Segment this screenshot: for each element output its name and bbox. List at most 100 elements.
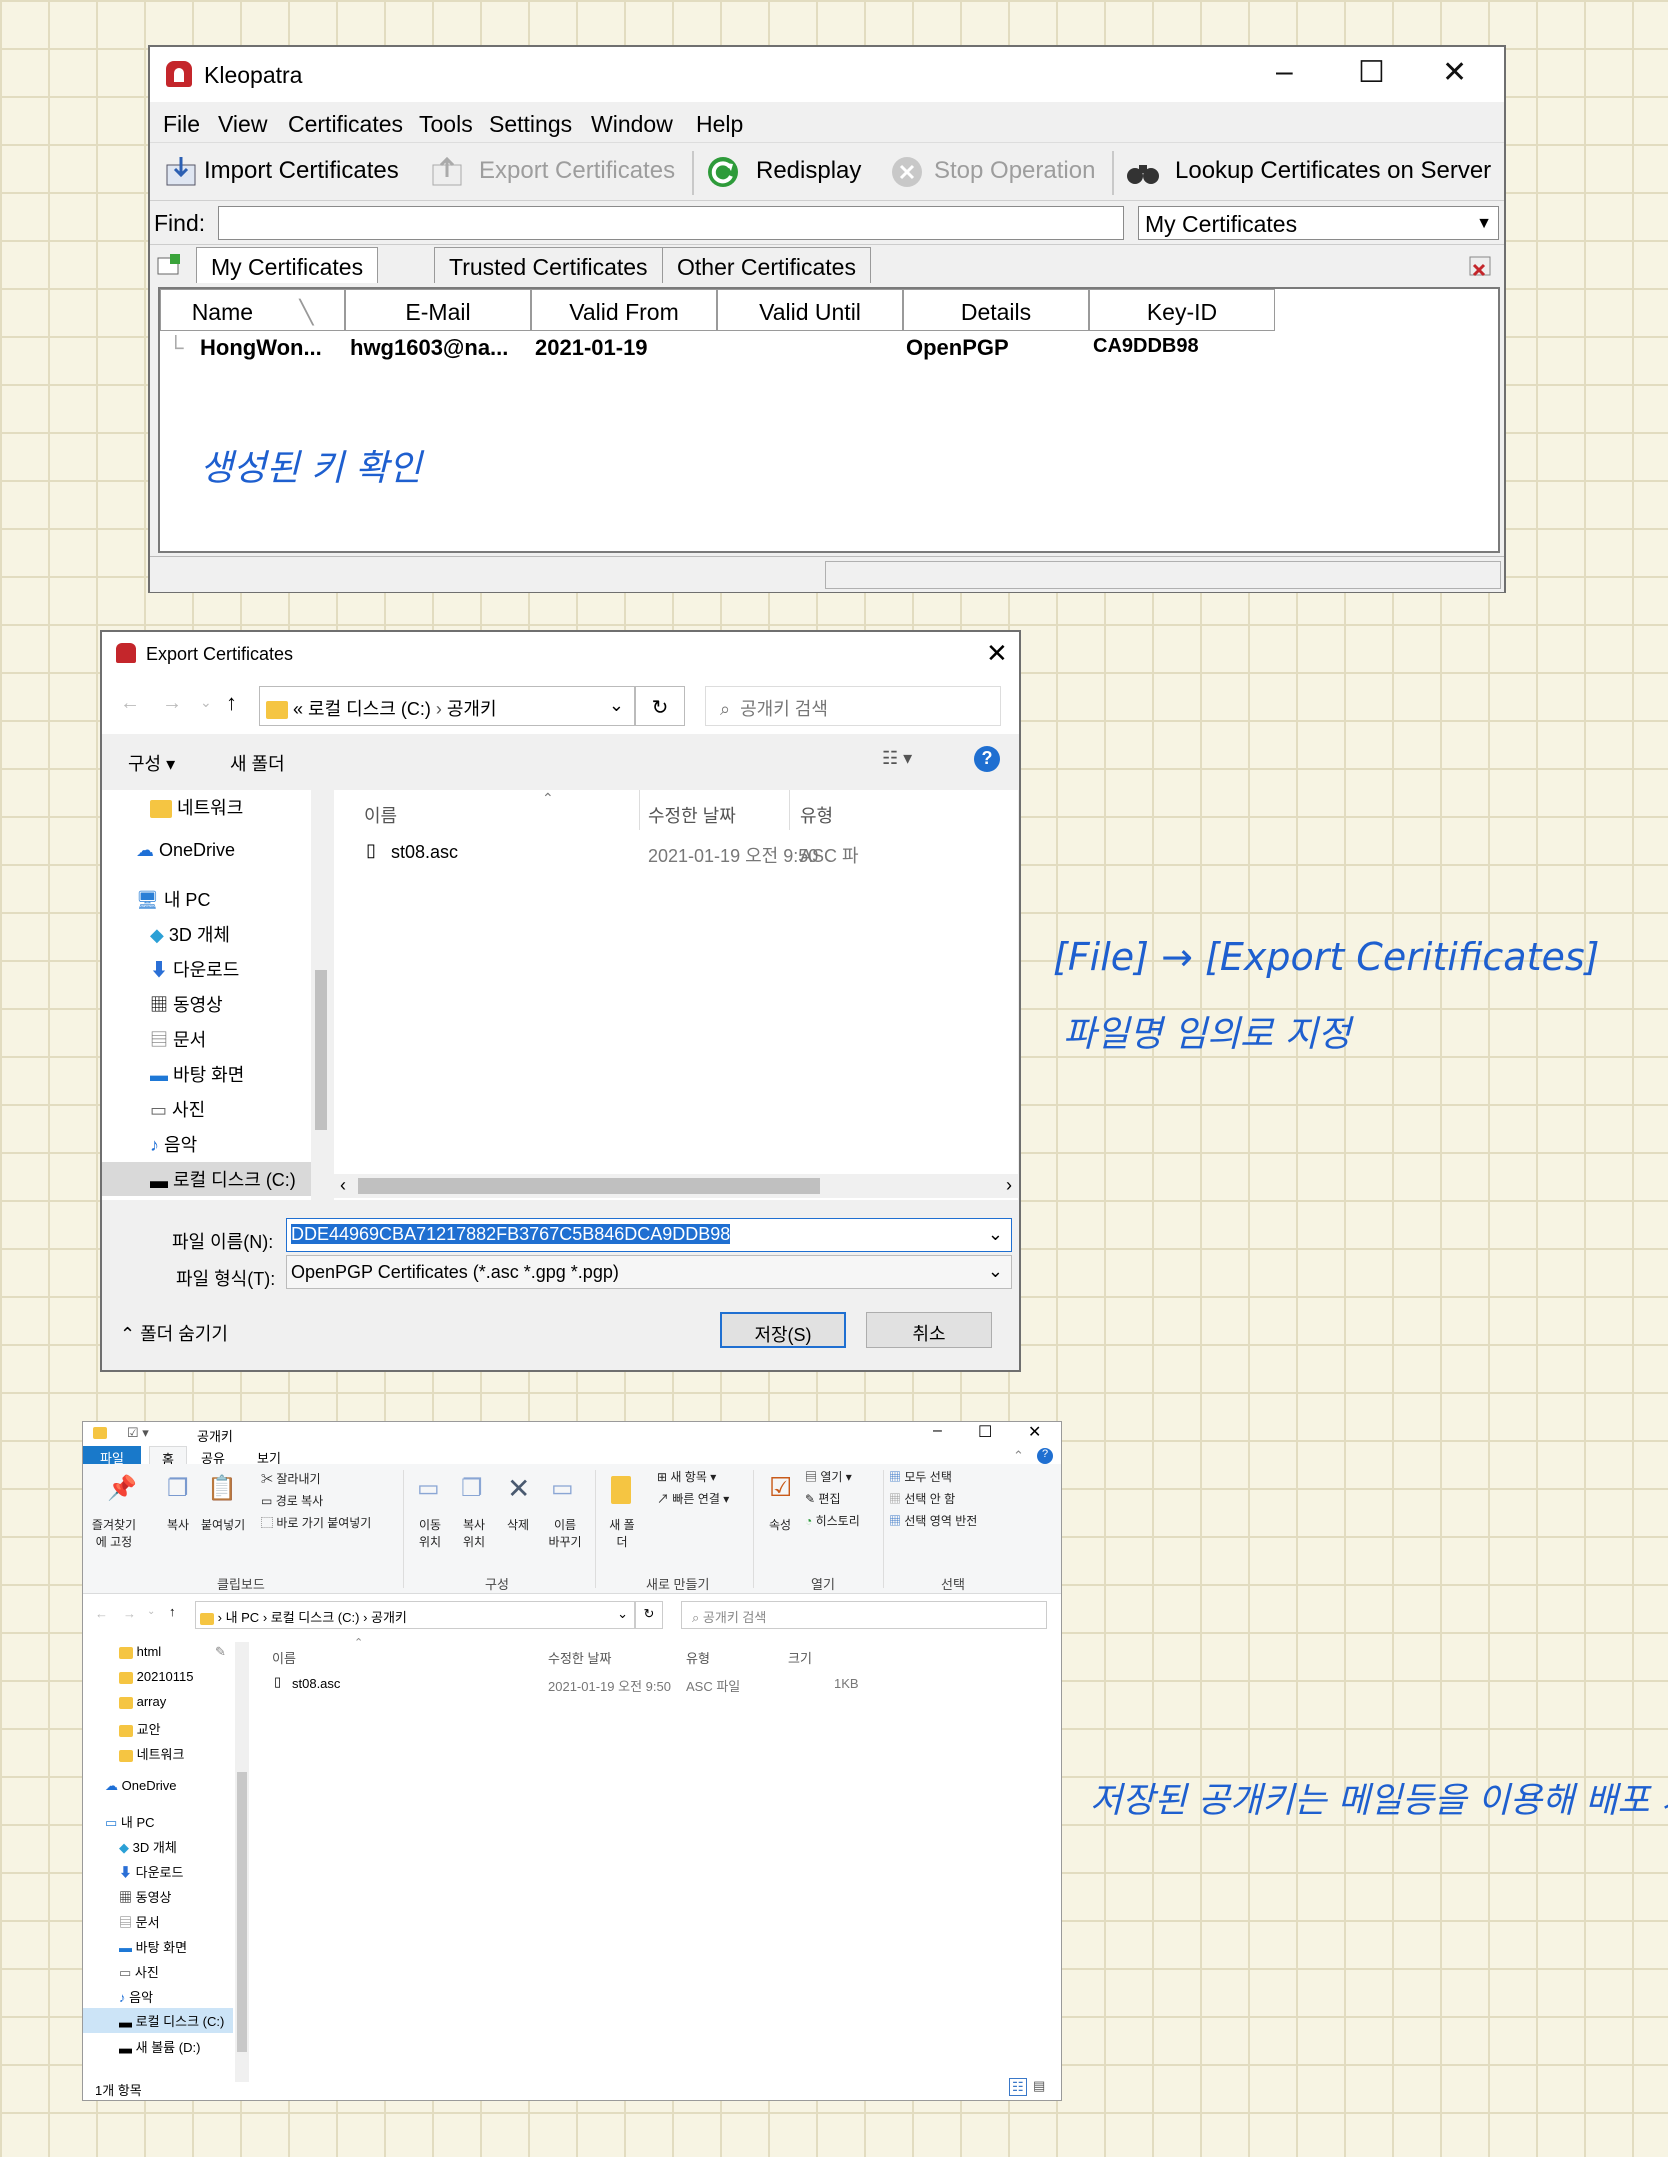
cut-button[interactable]: ✂ 잘라내기: [261, 1470, 321, 1487]
up-icon[interactable]: ↑: [226, 690, 237, 716]
chevron-down-icon[interactable]: ⌄: [617, 1606, 628, 1622]
minimize-icon[interactable]: –: [933, 1422, 942, 1440]
recent-chevron-icon[interactable]: ⌄: [147, 1606, 155, 1617]
menu-view[interactable]: View: [218, 111, 267, 138]
list-item[interactable]: ▯ st08.asc 2021-01-19 오전 9:50 ASC 파: [334, 834, 1018, 870]
forward-icon[interactable]: →: [123, 1606, 136, 1621]
redisplay-button[interactable]: Redisplay: [756, 157, 861, 185]
column-valid-until[interactable]: Valid Until: [717, 289, 903, 331]
quick-access-toolbar-icon[interactable]: ☑ ▾: [127, 1425, 149, 1441]
chevron-up-icon[interactable]: ⌃: [1013, 1448, 1024, 1464]
tree-item-documents[interactable]: ▤ 문서: [119, 1912, 160, 1931]
column-details[interactable]: Details: [903, 289, 1089, 331]
column-valid-from[interactable]: Valid From: [531, 289, 717, 331]
organize-button[interactable]: 구성 ▾: [128, 750, 175, 776]
save-button[interactable]: 저장(S): [720, 1312, 846, 1348]
menu-settings[interactable]: Settings: [489, 111, 572, 138]
tree-item-html[interactable]: html: [119, 1644, 161, 1659]
details-view-icon[interactable]: ☷: [1009, 2078, 1027, 2096]
chevron-down-icon[interactable]: ⌄: [988, 1224, 1003, 1245]
tree-item-this-pc[interactable]: ▭ 내 PC: [105, 1812, 155, 1831]
breadcrumb-local-disk[interactable]: 로컬 디스크 (C:): [271, 1610, 360, 1625]
recent-chevron-icon[interactable]: ⌄: [200, 694, 212, 711]
close-tab-icon[interactable]: [1468, 253, 1494, 279]
breadcrumb-public-key[interactable]: 공개키: [447, 699, 497, 719]
column-type[interactable]: 유형: [800, 802, 833, 828]
tree-item-downloads[interactable]: ⬇ 다운로드: [150, 956, 239, 982]
tree-item-lecture[interactable]: 교안: [119, 1719, 161, 1738]
tree-item-desktop[interactable]: ▬ 바탕 화면: [150, 1061, 244, 1087]
close-icon[interactable]: ✕: [1028, 1422, 1041, 1442]
stop-operation-button[interactable]: Stop Operation: [934, 157, 1095, 185]
up-icon[interactable]: ↑: [169, 1604, 176, 1619]
tree-item-local-disk[interactable]: ▃ 로컬 디스크 (C:): [102, 1162, 312, 1196]
column-modified[interactable]: 수정한 날짜: [548, 1648, 611, 1667]
column-name[interactable]: 이름: [272, 1648, 296, 1667]
tree-item-onedrive[interactable]: ☁ OneDrive: [136, 840, 235, 861]
column-type[interactable]: 유형: [686, 1648, 710, 1667]
help-icon[interactable]: ?: [1037, 1448, 1053, 1464]
column-key-id[interactable]: Key-ID: [1089, 289, 1275, 331]
chevron-down-icon[interactable]: ⌄: [609, 695, 624, 716]
new-folder-button[interactable]: 새 폴더: [230, 750, 285, 776]
search-input[interactable]: ⌕ 공개키 검색: [705, 686, 1001, 726]
scrollbar-thumb[interactable]: [358, 1178, 820, 1194]
menu-window[interactable]: Window: [591, 111, 673, 138]
column-name[interactable]: 이름: [364, 802, 397, 828]
column-modified[interactable]: 수정한 날짜: [648, 802, 736, 828]
tree-item-desktop[interactable]: ▬ 바탕 화면: [119, 1937, 187, 1956]
tree-item-local-disk[interactable]: ▃ 로컬 디스크 (C:): [83, 2008, 233, 2033]
filetype-select[interactable]: OpenPGP Certificates (*.asc *.gpg *.pgp)…: [286, 1255, 1012, 1289]
breadcrumb-this-pc[interactable]: 내 PC: [226, 1610, 260, 1625]
breadcrumb-public-key[interactable]: 공개키: [371, 1610, 407, 1625]
filename-input[interactable]: DDE44969CBA71217882FB3767C5B846DCA9DDB98…: [286, 1218, 1012, 1252]
tree-item-network[interactable]: 네트워크: [150, 794, 243, 820]
invert-selection-button[interactable]: ▦ 선택 영역 반전: [889, 1512, 977, 1529]
tree-item-pictures[interactable]: ▭ 사진: [119, 1962, 159, 1981]
new-item-button[interactable]: ⊞ 새 항목 ▾: [657, 1468, 716, 1485]
help-icon[interactable]: ?: [974, 746, 1000, 772]
menu-help[interactable]: Help: [696, 111, 743, 138]
table-row[interactable]: └ HongWon... hwg1603@na... 2021-01-19 Op…: [160, 331, 1498, 367]
scroll-left-icon[interactable]: ‹: [340, 1175, 346, 1196]
column-name[interactable]: Name ╲: [160, 289, 345, 331]
menu-file[interactable]: File: [163, 111, 200, 138]
refresh-icon[interactable]: ↻: [635, 1601, 663, 1629]
paste-shortcut-button[interactable]: ⬚ 바로 가기 붙여넣기: [261, 1514, 371, 1531]
cancel-button[interactable]: 취소: [866, 1312, 992, 1348]
pin-to-quick-access-button[interactable]: 즐겨찾기에 고정: [89, 1516, 139, 1550]
select-all-button[interactable]: ▦ 모두 선택: [889, 1468, 952, 1485]
open-button[interactable]: ▤ 열기 ▾: [805, 1468, 852, 1485]
lookup-certificates-button[interactable]: Lookup Certificates on Server: [1175, 157, 1491, 185]
tree-item-videos[interactable]: ▦ 동영상: [119, 1887, 172, 1906]
breadcrumb-local-disk[interactable]: 로컬 디스크 (C:): [308, 699, 431, 719]
copy-path-button[interactable]: ▭ 경로 복사: [261, 1492, 323, 1509]
import-certificates-button[interactable]: Import Certificates: [204, 157, 399, 185]
tree-scrollbar[interactable]: [235, 1642, 249, 2082]
chevron-down-icon[interactable]: ⌄: [988, 1261, 1003, 1282]
tab-my-certificates[interactable]: My Certificates: [196, 247, 379, 283]
tree-item-documents[interactable]: ▤ 문서: [150, 1026, 206, 1052]
list-item[interactable]: ▯ st08.asc 2021-01-19 오전 9:50 ASC 파일 1KB: [268, 1672, 908, 1696]
paste-button[interactable]: 붙여넣기: [201, 1516, 245, 1533]
view-options-icon[interactable]: ☷ ▾: [882, 748, 912, 769]
tree-item-3d-objects[interactable]: ◆ 3D 개체: [150, 921, 230, 947]
tree-item-20210115[interactable]: 20210115: [119, 1669, 194, 1684]
rename-button[interactable]: 이름 바꾸기: [547, 1516, 583, 1550]
tree-item-downloads[interactable]: ⬇ 다운로드: [119, 1862, 183, 1881]
scrollbar-thumb[interactable]: [237, 1772, 247, 2052]
back-icon[interactable]: ←: [95, 1606, 108, 1621]
find-input[interactable]: [218, 206, 1124, 240]
easy-access-button[interactable]: ↗ 빠른 연결 ▾: [657, 1490, 729, 1507]
export-certificates-button[interactable]: Export Certificates: [479, 157, 675, 185]
ribbon-tab-home[interactable]: 홈: [149, 1446, 187, 1467]
column-size[interactable]: 크기: [788, 1648, 812, 1667]
maximize-icon[interactable]: ☐: [978, 1422, 992, 1442]
maximize-icon[interactable]: ☐: [1358, 55, 1385, 90]
forward-icon[interactable]: →: [162, 692, 182, 715]
address-bar[interactable]: « 로컬 디스크 (C:) › 공개키 ⌄: [259, 686, 635, 726]
new-folder-button[interactable]: 새 폴더: [607, 1516, 637, 1550]
hide-folders-toggle[interactable]: ⌃ 폴더 숨기기: [120, 1320, 228, 1346]
pin-icon[interactable]: ✎: [215, 1644, 226, 1660]
tree-item-onedrive[interactable]: ☁ OneDrive: [105, 1778, 177, 1794]
